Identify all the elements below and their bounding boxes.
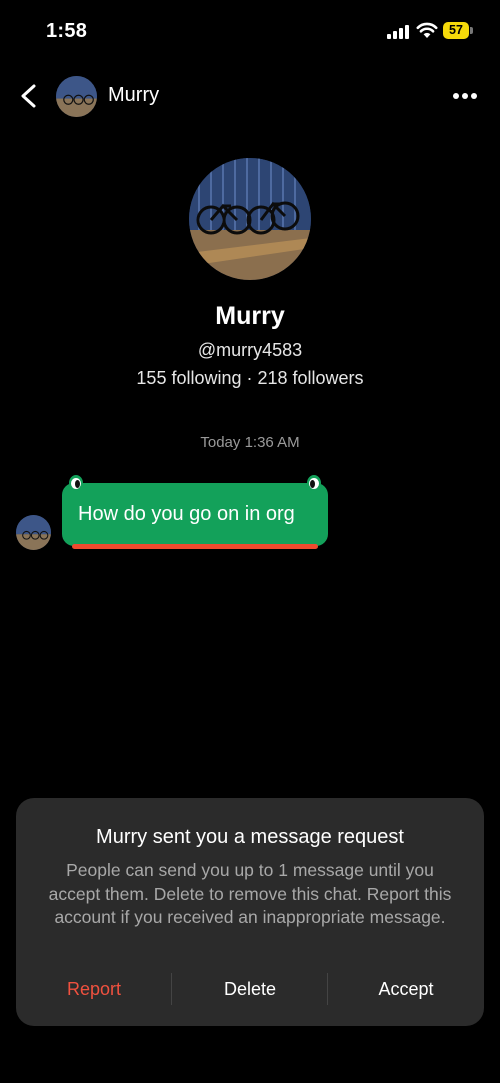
back-chevron-icon[interactable] — [14, 80, 44, 112]
more-options-icon[interactable] — [446, 86, 482, 106]
profile-handle: @murry4583 — [197, 340, 303, 360]
profile-name: Murry — [215, 302, 285, 330]
status-time: 1:58 — [46, 20, 88, 42]
wifi-icon — [416, 22, 438, 38]
accept-button[interactable]: Accept — [328, 979, 484, 1000]
delete-button[interactable]: Delete — [172, 979, 328, 1000]
header-contact-name[interactable]: Murry — [108, 84, 159, 107]
bubble-eye-left — [69, 475, 83, 491]
bubble-underline — [72, 544, 318, 549]
header-avatar[interactable] — [56, 76, 97, 117]
sender-avatar[interactable] — [16, 515, 51, 550]
battery-icon: 57 — [443, 22, 474, 39]
profile-avatar[interactable] — [189, 158, 311, 280]
message-text: How do you go on in org — [78, 503, 295, 525]
message-timestamp: Today 1:36 AM — [200, 434, 300, 451]
profile-follow-stats: 155 following · 218 followers — [136, 368, 364, 388]
cellular-signal-icon — [387, 24, 411, 39]
bubble-eye-right — [307, 475, 321, 491]
request-title: Murry sent you a message request — [96, 826, 404, 848]
battery-level: 57 — [443, 22, 469, 39]
request-description: People can send you up to 1 message unti… — [48, 860, 452, 927]
message-bubble[interactable]: How do you go on in org — [62, 475, 328, 549]
report-button[interactable]: Report — [16, 979, 172, 1000]
message-request-card: Murry sent you a message request People … — [16, 798, 484, 1026]
